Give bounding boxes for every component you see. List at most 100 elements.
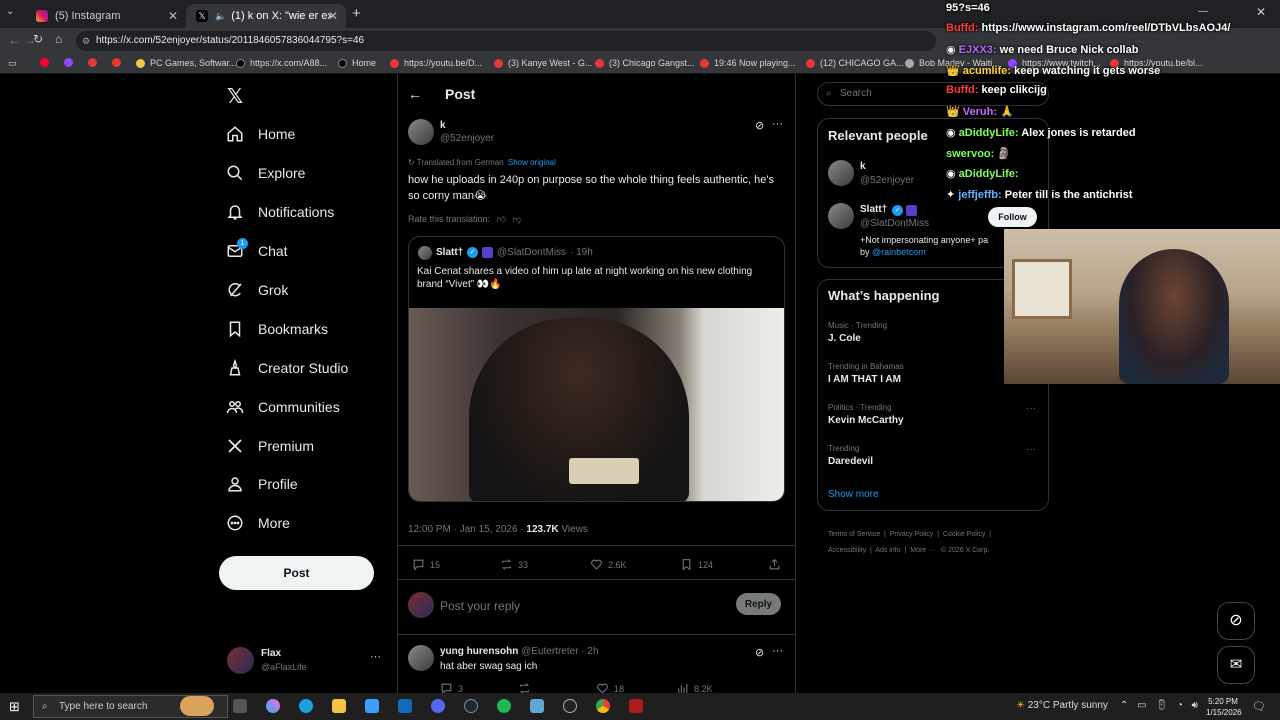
discord-icon[interactable] [431, 699, 445, 713]
x-logo-icon[interactable]: 𝕏 [227, 84, 243, 109]
bookmark-item[interactable]: PC Games, Softwar... [136, 58, 237, 68]
quote-video-thumbnail[interactable] [409, 308, 784, 501]
back-icon[interactable]: ← [8, 33, 20, 47]
reply-action[interactable]: 15 [412, 558, 440, 571]
nav-explore[interactable]: Explore [226, 158, 305, 188]
reload-icon[interactable]: ↻ [33, 32, 43, 46]
app-icon[interactable] [530, 699, 544, 713]
more-dots-icon[interactable]: ··· [772, 118, 783, 130]
quoted-post[interactable]: Slatt† ✓ @SlatDontMiss · 19h Kai Cenat s… [408, 236, 785, 502]
nav-home[interactable]: Home [226, 119, 295, 149]
thumbs-up-icon[interactable]: 👍︎ [497, 214, 506, 224]
tab-instagram[interactable]: (5) Instagram ✕ [26, 4, 186, 28]
like-action[interactable]: 2.6K [590, 558, 627, 571]
show-more-link[interactable]: Show more [828, 489, 879, 500]
nav-creator-studio[interactable]: Creator Studio [226, 353, 348, 383]
obs-icon[interactable] [563, 699, 577, 713]
bookmark-item[interactable]: Home [338, 58, 376, 68]
repost-action[interactable]: 33 [500, 558, 528, 571]
footer-link[interactable]: More ··· [910, 547, 935, 554]
trend-item[interactable]: Trending Daredevil ··· [828, 444, 1038, 474]
person-name[interactable]: k [860, 161, 866, 172]
footer-link[interactable]: Ads info [875, 547, 900, 554]
nav-notifications[interactable]: Notifications [226, 197, 334, 227]
reply-button[interactable]: Reply [736, 593, 781, 615]
steam-icon[interactable] [464, 699, 478, 713]
clock[interactable]: 5:20 PM 1/15/2026 [1206, 696, 1242, 718]
footer-link[interactable]: Cookie Policy [943, 531, 985, 538]
task-view-icon[interactable] [233, 699, 247, 713]
author-handle[interactable]: @52enjoyer [440, 133, 494, 144]
tray-icons[interactable]: ⌃ ▭ 🔋︎ ◔ 🔊︎ [1120, 700, 1201, 711]
bio-link[interactable]: @rainbetcom [872, 247, 926, 257]
more-dots-icon[interactable]: ··· [772, 645, 783, 657]
new-tab-button[interactable]: + [352, 5, 361, 22]
nav-bookmarks[interactable]: Bookmarks [226, 314, 328, 344]
author-name[interactable]: k [440, 120, 446, 131]
bookmark-item[interactable]: 19:46 Now playing... [700, 58, 796, 68]
weather-widget[interactable]: ☀ 23°C Partly sunny [1016, 700, 1108, 711]
bookmark-item[interactable] [112, 58, 126, 67]
footer-link[interactable]: Terms of Service [828, 531, 880, 538]
tab-list-button[interactable]: ⌄ [6, 6, 20, 20]
follow-button[interactable]: Follow [988, 207, 1037, 227]
grok-icon[interactable]: ⊘ [755, 646, 764, 659]
nav-more[interactable]: More [226, 508, 290, 538]
app-icon[interactable] [629, 699, 643, 713]
close-window-button[interactable]: ✕ [1256, 5, 1266, 19]
nav-grok[interactable]: Grok [226, 275, 288, 305]
bookmark-item[interactable]: https://x.com/A88... [236, 58, 327, 68]
minimize-window-button[interactable]: — [1198, 6, 1208, 17]
notifications-icon[interactable]: 🗨︎ [1252, 700, 1266, 713]
more-dots-icon[interactable]: ··· [1026, 444, 1036, 455]
site-info-icon[interactable]: ⚙ [82, 31, 90, 51]
bookmark-item[interactable] [40, 58, 54, 67]
grok-float-button[interactable]: ⊘ [1217, 602, 1255, 640]
bookmark-item[interactable] [88, 58, 102, 67]
chrome-icon[interactable] [596, 699, 610, 713]
reply-input[interactable] [440, 596, 720, 616]
url-input[interactable]: ⚙ https://x.com/52enjoyer/status/2011846… [76, 31, 936, 51]
thumbs-down-icon[interactable]: 👎︎ [512, 214, 521, 224]
apps-icon[interactable]: ▭ [8, 58, 17, 69]
home-icon[interactable]: ⌂ [55, 32, 62, 46]
back-arrow-icon[interactable]: ← [408, 86, 422, 102]
bookmark-item[interactable]: (12) CHICAGO GA... [806, 58, 904, 68]
bookmark-item[interactable]: (3) Kanye West - G... [494, 58, 592, 68]
bookmark-item[interactable]: (3) Chicago Gangst... [595, 58, 695, 68]
avatar[interactable] [408, 645, 434, 671]
bookmark-item[interactable]: https://youtu.be/D... [390, 58, 482, 68]
views-count[interactable]: 123.7K [526, 524, 558, 535]
close-tab-icon[interactable]: ✕ [328, 9, 338, 23]
messages-float-button[interactable]: ✉ [1217, 646, 1255, 684]
nav-premium[interactable]: Premium [226, 431, 314, 461]
copilot-icon[interactable] [266, 699, 280, 713]
avatar[interactable] [408, 119, 434, 145]
avatar[interactable] [828, 203, 854, 229]
edge-icon[interactable] [299, 699, 313, 713]
grok-icon[interactable]: ⊘ [755, 119, 764, 132]
store-icon[interactable] [365, 699, 379, 713]
close-tab-icon[interactable]: ✕ [168, 9, 178, 23]
footer-link[interactable]: Privacy Policy [890, 531, 934, 538]
windows-start-icon[interactable]: ⊞ [9, 699, 20, 715]
outlook-icon[interactable] [398, 699, 412, 713]
nav-chat[interactable]: Chat 1 [226, 236, 288, 266]
nav-communities[interactable]: Communities [226, 392, 340, 422]
reply-author-handle[interactable]: @Eutertreter [521, 646, 578, 657]
account-switcher[interactable]: Flax @aFlaxLife ··· [225, 645, 385, 679]
show-original-link[interactable]: Show original [508, 158, 556, 167]
search-highlight-icon[interactable] [180, 696, 214, 716]
tab-x-post[interactable]: 𝕏 🔈 (1) k on X: "wie er extra auf 24 ✕ [186, 4, 346, 28]
nav-profile[interactable]: Profile [226, 469, 298, 499]
bookmark-item[interactable] [64, 58, 78, 67]
more-dots-icon[interactable]: ··· [1026, 403, 1036, 414]
file-explorer-icon[interactable] [332, 699, 346, 713]
bookmark-action[interactable]: 124 [680, 558, 713, 571]
reply-author-name[interactable]: yung hurensohn [440, 646, 518, 657]
person-name[interactable]: Slatt† [860, 204, 887, 215]
footer-link[interactable]: Accessibility [828, 547, 866, 554]
post-button[interactable]: Post [219, 556, 374, 590]
avatar[interactable] [828, 160, 854, 186]
share-action[interactable] [768, 558, 786, 571]
